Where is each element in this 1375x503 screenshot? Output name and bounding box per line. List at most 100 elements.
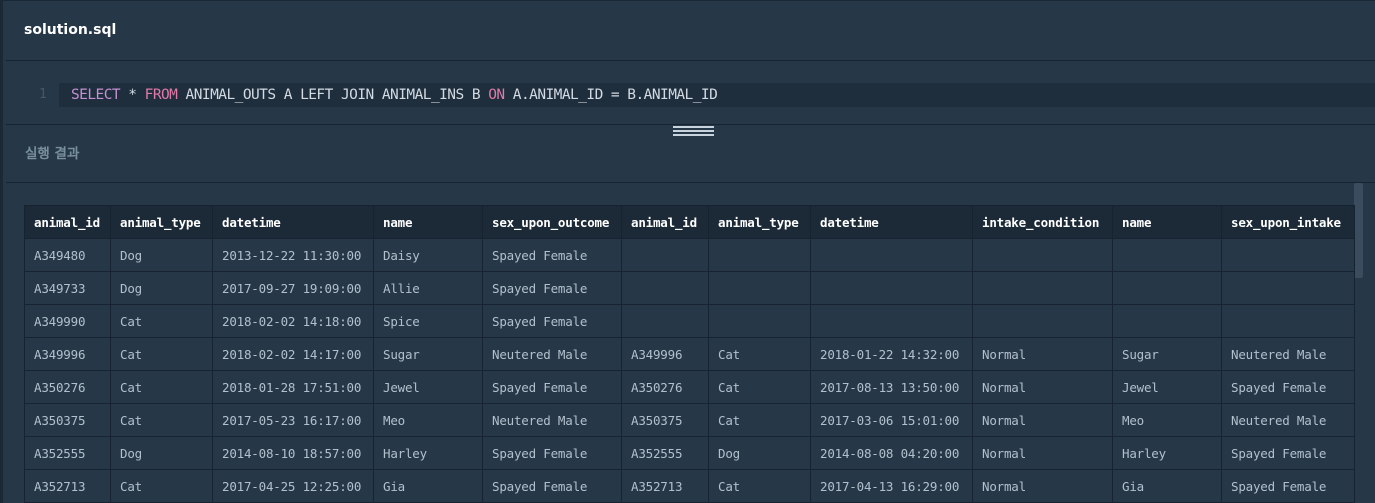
column-header[interactable]: animal_type <box>110 205 213 239</box>
active-code-line[interactable]: SELECT * FROM ANIMAL_OUTS A LEFT JOIN AN… <box>59 83 1375 107</box>
table-cell: A349480 <box>24 238 111 272</box>
table-cell: Sugar <box>1112 337 1222 371</box>
results-scrollbar[interactable] <box>1354 183 1363 278</box>
code-token: FROM <box>144 87 178 103</box>
table-cell <box>1112 304 1222 338</box>
table-cell: A349990 <box>24 304 111 338</box>
table-cell: 2017-04-25 12:25:00 <box>212 469 374 503</box>
table-cell: 2013-12-22 11:30:00 <box>212 238 374 272</box>
table-cell: 2017-05-23 16:17:00 <box>212 403 374 437</box>
code-token: A.ANIMAL_ID = B.ANIMAL_ID <box>504 87 718 103</box>
column-header[interactable]: animal_id <box>621 205 709 239</box>
code-token: ON <box>488 87 505 103</box>
table-cell <box>1112 238 1222 272</box>
table-cell: Spayed Female <box>1221 469 1355 503</box>
table-cell: Dog <box>110 436 213 470</box>
table-cell: Allie <box>373 271 483 305</box>
table-row: A349996 Cat 2018-02-02 14:17:00 Sugar Neuter… <box>24 337 1355 371</box>
table-cell: A352555 <box>24 436 111 470</box>
column-header[interactable]: sex_upon_intake <box>1221 205 1355 239</box>
table-cell <box>708 271 811 305</box>
table-cell: 2018-01-22 14:32:00 <box>810 337 973 371</box>
table-cell: Spayed Female <box>482 370 622 404</box>
table-cell: Neutered Male <box>482 403 622 437</box>
table-cell <box>708 304 811 338</box>
table-cell: Spayed Female <box>482 304 622 338</box>
table-cell: A350375 <box>24 403 111 437</box>
column-header[interactable]: intake_condition <box>972 205 1113 239</box>
table-row: A350276 Cat 2018-01-28 17:51:00 Jewel Spayed… <box>24 370 1355 404</box>
table-cell: Neutered Male <box>1221 337 1355 371</box>
column-header[interactable]: sex_upon_outcome <box>482 205 622 239</box>
table-cell <box>972 304 1113 338</box>
resize-handle-icon[interactable] <box>673 126 714 138</box>
results-divider <box>6 182 1375 183</box>
code-token: ANIMAL_OUTS A LEFT JOIN ANIMAL_INS B <box>177 87 489 103</box>
column-header[interactable]: animal_id <box>24 205 111 239</box>
column-header[interactable]: datetime <box>810 205 973 239</box>
code-token: * <box>120 87 145 103</box>
table-cell: Cat <box>110 337 213 371</box>
table-cell: Normal <box>972 403 1113 437</box>
table-cell <box>972 238 1113 272</box>
table-cell: 2018-02-02 14:17:00 <box>212 337 374 371</box>
table-cell: Normal <box>972 370 1113 404</box>
table-cell: 2014-08-10 18:57:00 <box>212 436 374 470</box>
table-cell: Spayed Female <box>1221 370 1355 404</box>
table-cell: Harley <box>373 436 483 470</box>
table-cell: Cat <box>708 370 811 404</box>
table-cell: A350375 <box>621 403 709 437</box>
table-cell: Jewel <box>1112 370 1222 404</box>
table-cell: Spayed Female <box>482 469 622 503</box>
table-cell <box>1221 271 1355 305</box>
column-header[interactable]: name <box>373 205 483 239</box>
table-cell: 2017-03-06 15:01:00 <box>810 403 973 437</box>
sql-runner-panel: solution.sql 1 SELECT * FROM ANIMAL_OUTS… <box>0 0 1375 503</box>
table-cell: A350276 <box>621 370 709 404</box>
table-cell: Dog <box>110 271 213 305</box>
table-cell: Spayed Female <box>482 436 622 470</box>
table-cell: Cat <box>110 469 213 503</box>
table-cell: A352713 <box>24 469 111 503</box>
table-cell: Cat <box>708 469 811 503</box>
table-cell: Gia <box>373 469 483 503</box>
table-cell: Sugar <box>373 337 483 371</box>
table-cell: Meo <box>373 403 483 437</box>
table-cell: 2014-08-08 04:20:00 <box>810 436 973 470</box>
table-cell <box>621 238 709 272</box>
results-title: 실행 결과 <box>25 146 80 162</box>
table-cell: 2017-04-13 16:29:00 <box>810 469 973 503</box>
table-cell: Cat <box>110 370 213 404</box>
table-cell <box>810 304 973 338</box>
file-tab-bar: solution.sql <box>6 2 1375 61</box>
line-number: 1 <box>39 87 47 102</box>
table-cell: Normal <box>972 436 1113 470</box>
table-cell: Dog <box>110 238 213 272</box>
table-cell: Meo <box>1112 403 1222 437</box>
table-row: A352713 Cat 2017-04-25 12:25:00 Gia Spayed F… <box>24 469 1355 503</box>
sql-query-text[interactable]: SELECT * FROM ANIMAL_OUTS A LEFT JOIN AN… <box>71 87 718 103</box>
results-table: animal_id animal_type datetime name sex_upon… <box>24 205 1355 503</box>
table-row: A349733 Dog 2017-09-27 19:09:00 Allie Spayed… <box>24 271 1355 305</box>
file-name-tab[interactable]: solution.sql <box>24 22 116 38</box>
table-cell: A350276 <box>24 370 111 404</box>
table-cell: Spice <box>373 304 483 338</box>
table-row: A349990 Cat 2018-02-02 14:18:00 Spice Spayed… <box>24 304 1355 338</box>
table-cell: Daisy <box>373 238 483 272</box>
table-cell: Cat <box>110 304 213 338</box>
table-cell <box>1112 271 1222 305</box>
table-cell: Neutered Male <box>1221 403 1355 437</box>
column-header[interactable]: datetime <box>212 205 374 239</box>
table-cell: 2018-01-28 17:51:00 <box>212 370 374 404</box>
table-row: A350375 Cat 2017-05-23 16:17:00 Meo Neutered… <box>24 403 1355 437</box>
table-cell <box>810 271 973 305</box>
column-header[interactable]: animal_type <box>708 205 811 239</box>
table-cell: Harley <box>1112 436 1222 470</box>
table-cell <box>1221 304 1355 338</box>
table-cell: Spayed Female <box>482 238 622 272</box>
column-header[interactable]: name <box>1112 205 1222 239</box>
table-cell: Normal <box>972 469 1113 503</box>
code-editor[interactable]: 1 SELECT * FROM ANIMAL_OUTS A LEFT JOIN … <box>6 61 1375 125</box>
table-row: A349480 Dog 2013-12-22 11:30:00 Daisy Spayed… <box>24 238 1355 272</box>
table-cell: Normal <box>972 337 1113 371</box>
